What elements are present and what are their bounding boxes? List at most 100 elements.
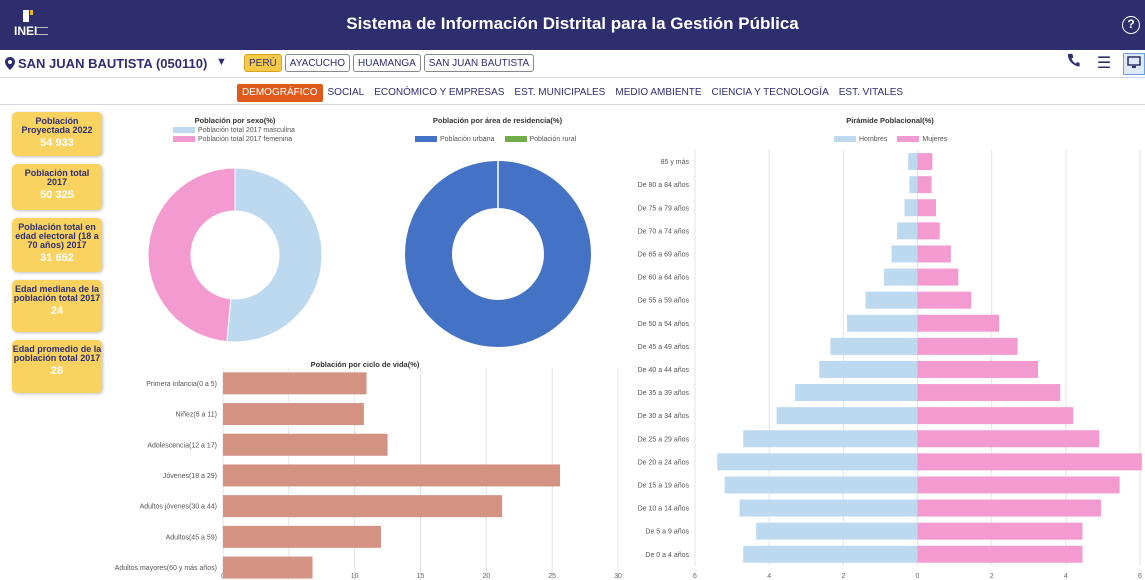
breadcrumb-san-juan-bautista[interactable]: SAN JUAN BAUTISTA [423,54,535,72]
bar-hombres[interactable] [865,291,918,309]
bar[interactable] [223,495,503,518]
bar-hombres[interactable] [795,384,918,402]
tab-medio-ambiente[interactable]: MEDIO AMBIENTE [610,84,706,102]
y-tick-label: De 10 a 14 años [638,506,690,513]
legend-swatch [173,127,195,134]
bar-mujeres[interactable] [917,430,1100,448]
bar-hombres[interactable] [904,199,918,217]
bar-mujeres[interactable] [917,199,937,217]
bar-mujeres[interactable] [917,176,932,194]
legend-label: Hombres [859,136,888,143]
breadcrumb-ayacucho[interactable]: AYACUCHO [284,54,350,72]
kpi-label: Población total 2017 [24,168,90,187]
kpi-card-poblacion-proyectada: Población Proyectada 2022 54 933 [12,112,102,156]
bar-hombres[interactable] [717,453,918,471]
bar-mujeres[interactable] [917,268,959,286]
kpi-label: Población total en edad electoral (18 a … [15,222,99,250]
y-tick-label: De 50 a 54 años [638,321,690,328]
bar-hombres[interactable] [830,337,918,355]
tab-est-municipales[interactable]: EST. MUNICIPALES [509,84,610,102]
phone-icon[interactable] [1063,53,1085,75]
list-icon[interactable]: ☰ [1093,53,1115,75]
legend-residencia: Población urbana Población rural [415,136,576,143]
kpi-card-edad-electoral: Población total en edad electoral (18 a … [12,218,102,272]
kpi-value: 50 325 [40,189,74,201]
bar[interactable] [223,464,561,487]
chart-title-piramide: Pirámide Poblacional(%) [846,116,934,125]
bar[interactable] [223,433,388,456]
bar[interactable] [223,403,364,426]
kpi-label: Edad mediana de la población total 2017 [13,284,101,303]
bar-mujeres[interactable] [917,522,1083,540]
bar-mujeres[interactable] [917,407,1074,425]
legend-item-masculina: Población total 2017 masculina [173,127,295,134]
bar-mujeres[interactable] [917,360,1039,378]
pyramid-chart: 6 4 2 0 2 4 6 85 y más De 80 a 84 años De 75 a 79… [638,150,1142,580]
tab-est-vitales[interactable]: EST. VITALES [834,84,908,102]
bar-mujeres[interactable] [917,245,951,263]
tab-economico-empresas[interactable]: ECONÓMICO Y EMPRESAS [369,84,509,102]
bar-mujeres[interactable] [917,499,1102,517]
tab-ciencia-tecnologia[interactable]: CIENCIA Y TECNOLOGÍA [706,84,833,102]
x-tick-label: 2 [990,573,994,580]
y-tick-label: De 30 a 34 años [638,413,690,420]
bar-mujeres[interactable] [917,476,1120,494]
bar-hombres[interactable] [909,176,918,194]
breadcrumb-peru[interactable]: PERÚ [244,54,282,72]
bar[interactable] [223,525,381,548]
bar-mujeres[interactable] [917,545,1083,563]
bar-hombres[interactable] [776,407,918,425]
legend-label: Población total 2017 femenina [198,136,293,143]
location-select[interactable]: SAN JUAN BAUTISTA (050110) [18,56,207,71]
bar-chart-ciclo-vida: 051015202530Primera infancia(0 a 5)Niñez… [115,368,622,580]
bar-mujeres[interactable] [917,314,1000,332]
legend-item-rural: Población rural [504,136,576,143]
chart-title-residencia: Población por área de residencia(%) [432,116,563,125]
bar-hombres[interactable] [908,153,918,171]
donut-chart-sexo [147,167,323,343]
bar-mujeres[interactable] [917,453,1142,471]
bar-hombres[interactable] [897,222,918,240]
bar-hombres[interactable] [891,245,918,263]
bar[interactable] [223,372,367,395]
bar-hombres[interactable] [756,522,918,540]
chevron-down-icon[interactable]: ▼ [216,56,227,68]
legend-label: Población urbana [440,136,495,143]
app-header: INEI Sistema de Información Distrital pa… [0,0,1145,50]
tab-social[interactable]: SOCIAL [323,84,370,102]
bar-mujeres[interactable] [917,337,1018,355]
bar-hombres[interactable] [819,360,918,378]
bar[interactable] [223,556,313,579]
bar-hombres[interactable] [743,430,918,448]
bar-hombres[interactable] [884,268,918,286]
breadcrumb-huamanga[interactable]: HUAMANGA [353,54,421,72]
y-tick-label: Niñez(6 a 11) [175,412,217,419]
bar-hombres[interactable] [847,314,918,332]
chart-title-sexo: Población por sexo(%) [194,116,276,125]
tab-bar: DEMOGRÁFICO SOCIAL ECONÓMICO Y EMPRESAS … [0,84,1145,104]
bar-mujeres[interactable] [917,291,972,309]
legend-item-femenina: Población total 2017 femenina [173,136,292,143]
legend-item-urbana: Población urbana [415,136,495,143]
legend-piramide: Hombres Mujeres [834,136,947,143]
donut-chart-residencia [405,161,591,347]
donut-slice-0[interactable] [226,167,323,343]
bar-hombres[interactable] [743,545,918,563]
y-tick-label: De 65 a 69 años [638,251,690,258]
x-tick-label: 15 [417,573,425,580]
y-tick-label: Adultos(45 a 59) [166,534,217,541]
bar-mujeres[interactable] [917,222,940,240]
tab-demografico[interactable]: DEMOGRÁFICO [236,84,323,102]
y-tick-label: De 40 a 44 años [638,367,690,374]
donut-slice-1[interactable] [147,167,236,343]
y-tick-label: Primera infancia(0 a 5) [146,381,217,388]
kpi-label: Edad promedio de la población total 2017 [12,344,102,363]
page-title: Sistema de Información Distrital para la… [346,14,799,33]
bar-mujeres[interactable] [917,153,933,171]
help-icon[interactable]: ? [1122,16,1140,34]
bar-mujeres[interactable] [917,384,1061,402]
bar-hombres[interactable] [739,499,918,517]
y-tick-label: De 5 a 9 años [645,529,689,536]
bar-hombres[interactable] [724,476,918,494]
screen-icon[interactable] [1123,53,1145,75]
